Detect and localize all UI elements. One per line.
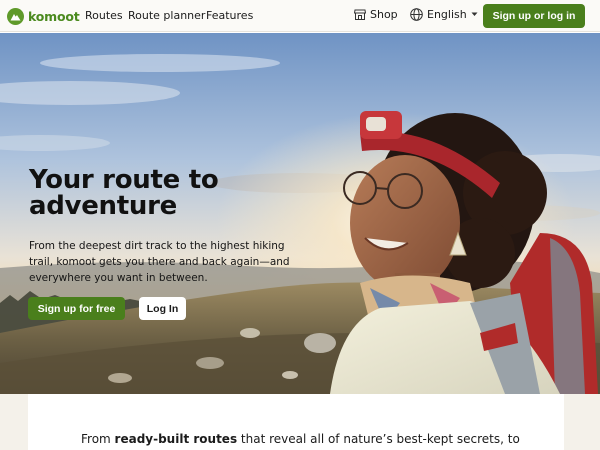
hero-subtitle: From the deepest dirt track to the highe… <box>29 240 290 284</box>
nav-features[interactable]: Features <box>206 9 253 22</box>
nav-routes[interactable]: Routes <box>85 9 123 22</box>
globe-icon <box>410 8 423 21</box>
shop-link[interactable]: Shop <box>354 8 398 21</box>
signup-free-button[interactable]: Sign up for free <box>28 297 125 320</box>
shop-icon <box>354 9 366 20</box>
language-label: English <box>427 8 467 21</box>
site-header: komoot Routes Route planner Features Sho… <box>0 0 600 32</box>
nav-route-planner[interactable]: Route planner <box>128 9 205 22</box>
login-button[interactable]: Log In <box>139 297 186 320</box>
komoot-logo[interactable]: komoot <box>7 7 80 25</box>
intro-suffix: that reveal all of nature’s best-kept se… <box>237 432 520 446</box>
hero-section: Your route to adventure From the deepest… <box>0 33 600 394</box>
intro-prefix: From <box>81 432 115 446</box>
intro-text: From ready-built routes that reveal all … <box>81 432 561 446</box>
intro-bold: ready-built routes <box>114 432 238 446</box>
language-selector[interactable]: English <box>410 8 478 21</box>
komoot-logo-icon <box>7 7 24 25</box>
signup-login-button[interactable]: Sign up or log in <box>483 4 585 28</box>
chevron-down-icon <box>471 12 478 16</box>
shop-label: Shop <box>370 8 398 21</box>
hero-title-line-2: adventure <box>29 191 177 221</box>
logo-text: komoot <box>28 8 80 24</box>
hero-title: Your route to adventure <box>29 167 289 219</box>
